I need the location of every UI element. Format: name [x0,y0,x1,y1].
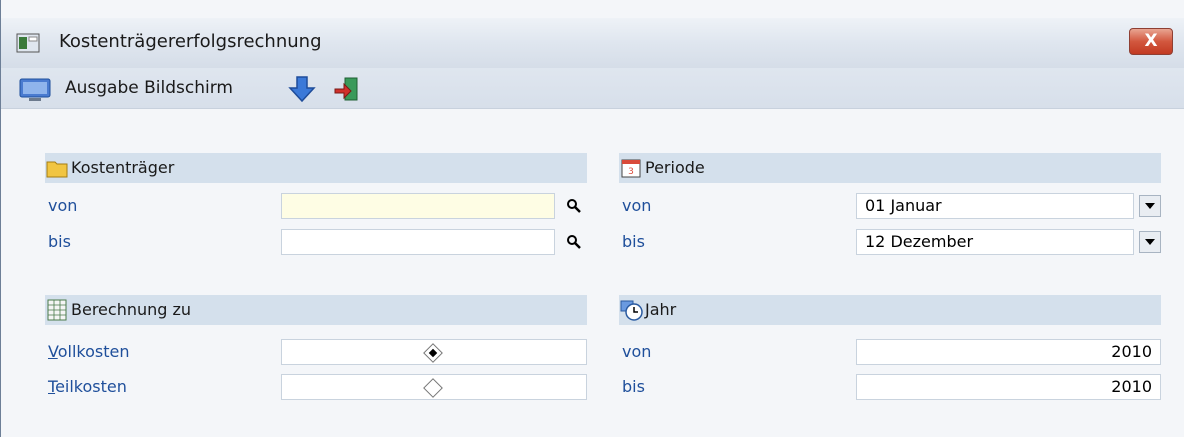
jahr-von-label: von [622,342,652,361]
periode-header: 3 Periode [619,153,1161,183]
title-bar: Kostenträgererfolgsrechnung X [1,18,1184,68]
radio-unselected-icon [423,378,443,398]
table-icon [47,299,67,321]
kostentraeger-von-input[interactable] [281,193,555,219]
teilkosten-radio[interactable] [281,374,587,400]
content-area: Kostenträger von bis 3 Periode von 01 Ja… [1,109,1184,437]
magnifier-icon[interactable] [562,229,586,255]
kostentraeger-von-label: von [48,196,78,215]
vollkosten-label: Vollkosten [48,342,130,361]
svg-text:3: 3 [628,167,634,177]
jahr-bis-input[interactable]: 2010 [856,374,1161,400]
output-screen-button[interactable]: Ausgabe Bildschirm [65,78,233,98]
chevron-down-icon[interactable] [1139,231,1161,253]
arrow-down-icon[interactable] [288,75,316,103]
vollkosten-radio[interactable] [281,339,587,365]
jahr-von-input[interactable]: 2010 [856,339,1161,365]
periode-bis-label: bis [622,232,645,251]
folder-icon [46,161,68,178]
berechnung-header: Berechnung zu [45,295,587,325]
window-app-icon [16,33,40,53]
close-button[interactable]: X [1129,28,1173,55]
window: Kostenträgererfolgsrechnung X Ausgabe Bi… [0,0,1184,437]
window-title: Kostenträgererfolgsrechnung [59,31,322,52]
teilkosten-label: Teilkosten [48,377,127,396]
exit-door-icon[interactable] [333,75,361,103]
chevron-down-icon[interactable] [1139,195,1161,217]
periode-bis-select[interactable]: 12 Dezember [856,229,1134,255]
periode-von-label: von [622,196,652,215]
toolbar: Ausgabe Bildschirm [1,68,1184,109]
kostentraeger-bis-input[interactable] [281,229,555,255]
magnifier-icon[interactable] [562,193,586,219]
radio-selected-icon [423,343,443,363]
monitor-icon[interactable] [17,77,53,103]
calendar-icon: 3 [621,159,641,178]
periode-von-select[interactable]: 01 Januar [856,193,1134,219]
clock-icon [620,300,643,321]
jahr-header: Jahr [619,295,1161,325]
kostentraeger-header: Kostenträger [45,153,587,183]
kostentraeger-bis-label: bis [48,232,71,251]
jahr-bis-label: bis [622,377,645,396]
